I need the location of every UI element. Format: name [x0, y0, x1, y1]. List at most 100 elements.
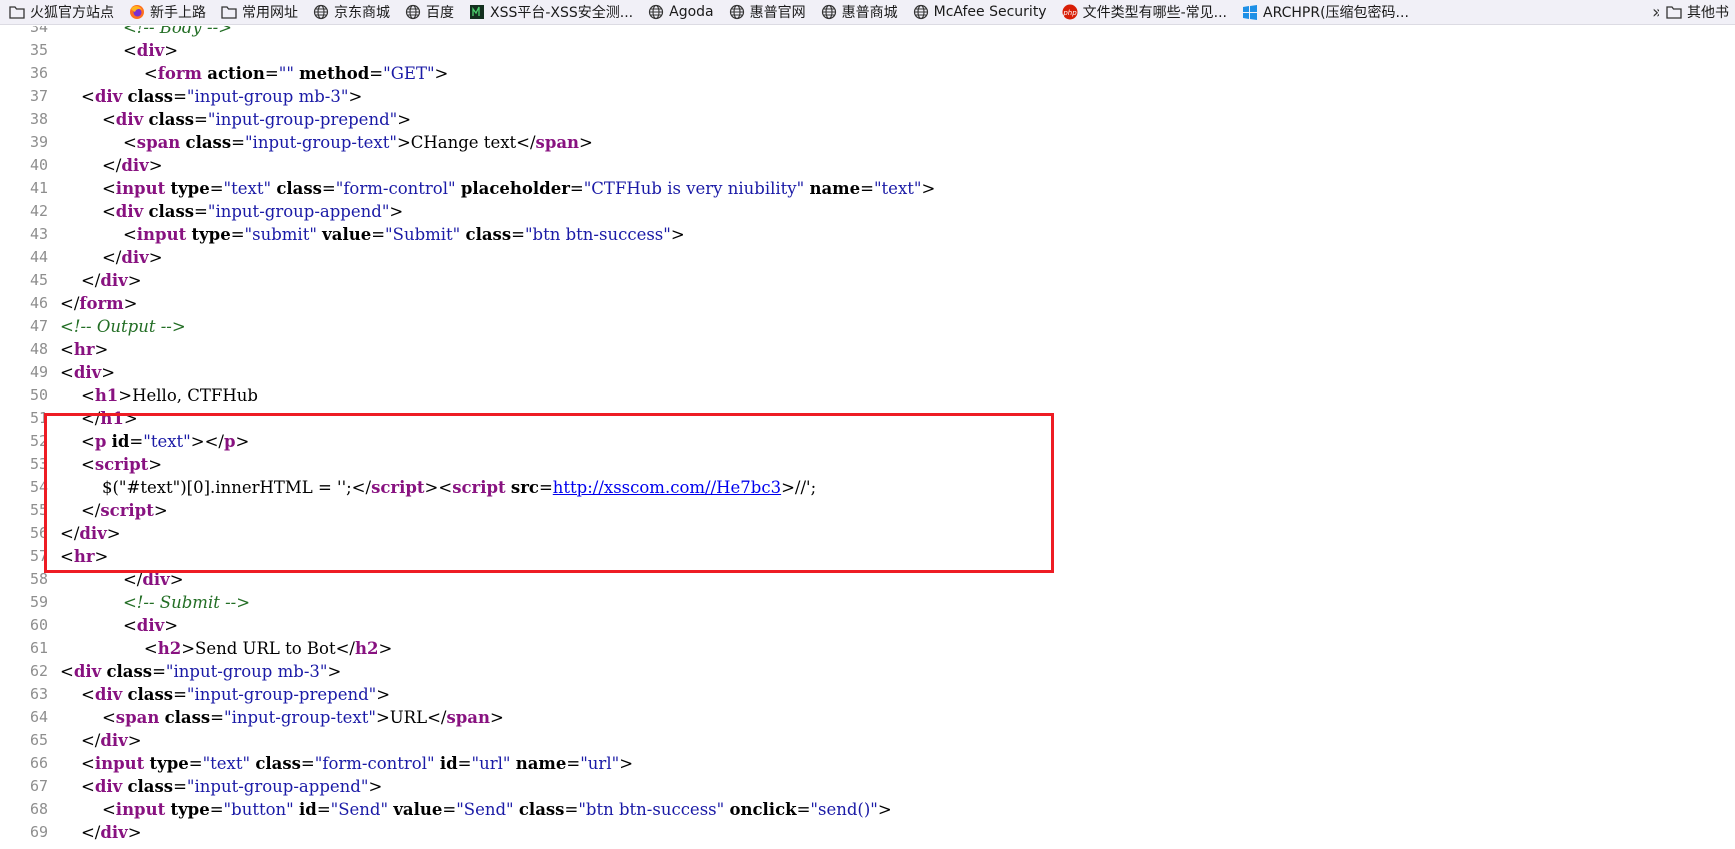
- code-token: >: [489, 708, 504, 727]
- code-token: =: [152, 662, 166, 681]
- line-content: $("#text")[0].innerHTML = '';</script><s…: [60, 476, 816, 499]
- bookmark-list: 火狐官方站点 新手上路 常用网址 京东商城 百度 XSS平台-XSS安全测... Agoda…: [0, 0, 1415, 24]
- code-token: <: [80, 455, 95, 474]
- globe-icon: [404, 3, 422, 21]
- line-number: 49: [29, 363, 48, 381]
- line-content: <!-- Body -->: [60, 26, 232, 39]
- code-token: class: [127, 87, 174, 106]
- code-token: class: [276, 179, 322, 198]
- bookmark-item[interactable]: 惠普商城: [812, 0, 904, 24]
- code-token: </: [80, 823, 101, 842]
- code-token: >: [153, 501, 168, 520]
- code-token: </: [80, 409, 101, 428]
- code-token: =: [188, 754, 203, 773]
- line-content: </div>: [60, 568, 184, 591]
- bookmark-item[interactable]: XSS平台-XSS安全测...: [460, 0, 639, 24]
- bookmark-item[interactable]: Agoda: [639, 0, 720, 24]
- code-token: >: [921, 179, 936, 198]
- globe-icon: [820, 3, 838, 21]
- code-token: "input-group-text": [244, 133, 397, 152]
- bookmark-item[interactable]: McAfee Security: [904, 0, 1053, 24]
- code-token: >: [127, 823, 142, 842]
- code-token: <!-- Output -->: [60, 317, 186, 336]
- bookmark-item[interactable]: 新手上路: [120, 0, 212, 24]
- line-number: 35: [29, 41, 48, 59]
- code-token: type: [170, 179, 210, 198]
- code-token: div: [73, 662, 102, 681]
- line-number: 42: [29, 202, 48, 220]
- line-number: 63: [29, 685, 48, 703]
- bookmark-label: 文件类型有哪些-常见...: [1082, 5, 1227, 21]
- bookmark-item[interactable]: 火狐官方站点: [0, 0, 120, 24]
- code-token: <: [60, 662, 74, 681]
- code-token: input: [94, 754, 145, 773]
- code-token: <: [122, 41, 137, 60]
- code-token: form: [157, 64, 203, 83]
- view-source-code: 34 <!-- Body --> 35 <div> 36 <form action=…: [0, 26, 1735, 849]
- source-link[interactable]: http://xsscom.com//He7bc3: [553, 478, 781, 497]
- code-token: </: [80, 731, 101, 750]
- line-content: <h1>Hello, CTFHub: [60, 384, 258, 407]
- code-token: >: [397, 110, 412, 129]
- bookmark-item[interactable]: 惠普官网: [720, 0, 812, 24]
- line-content: </div>: [60, 729, 142, 752]
- code-token: =: [538, 478, 553, 497]
- code-token: >: [164, 41, 179, 60]
- line-content: <input type="submit" value="Submit" clas…: [60, 223, 685, 246]
- code-token: <: [101, 202, 116, 221]
- code-token: src: [510, 478, 539, 497]
- code-token: class: [518, 800, 565, 819]
- code-token: "input-group-append": [207, 202, 390, 221]
- code-token: <: [80, 685, 95, 704]
- code-token: form: [79, 294, 124, 313]
- code-token: <: [80, 777, 95, 796]
- line-number: 41: [29, 179, 48, 197]
- code-token: "text": [202, 754, 251, 773]
- code-token: <: [143, 639, 158, 658]
- code-token: div: [94, 685, 123, 704]
- code-token: =: [210, 708, 224, 727]
- folder-icon: [220, 3, 238, 21]
- bookmark-item[interactable]: ARCHPR(压缩包密码...: [1233, 0, 1415, 24]
- code-token: class: [148, 202, 195, 221]
- code-token: div: [100, 271, 128, 290]
- code-token: =: [316, 800, 331, 819]
- code-token: value: [322, 225, 372, 244]
- line-content: <p id="text"></p>: [60, 430, 249, 453]
- line-content: <div>: [60, 361, 115, 384]
- code-token: "input-group-prepend": [186, 685, 377, 704]
- svg-text:php: php: [1062, 9, 1077, 17]
- bookmark-item[interactable]: 京东商城: [304, 0, 396, 24]
- code-token: >: [235, 432, 250, 451]
- code-token: placeholder: [460, 179, 570, 198]
- bookmark-item[interactable]: 百度: [396, 0, 460, 24]
- code-token: <: [101, 800, 116, 819]
- line-number: 57: [29, 547, 48, 565]
- code-token: div: [136, 41, 165, 60]
- code-token: div: [73, 363, 102, 382]
- code-token: >//';: [781, 478, 817, 497]
- bookmark-label: 京东商城: [334, 5, 390, 21]
- bookmark-item[interactable]: php 文件类型有哪些-常见...: [1053, 0, 1233, 24]
- code-token: =: [194, 110, 208, 129]
- bookmark-item[interactable]: 常用网址: [212, 0, 304, 24]
- other-bookmarks-folder[interactable]: 其他书: [1659, 0, 1735, 24]
- code-token: =: [264, 64, 279, 83]
- code-token: h2: [157, 639, 182, 658]
- code-token: </: [80, 271, 101, 290]
- code-token: =: [173, 685, 187, 704]
- code-token: hr: [73, 547, 95, 566]
- line-number: 34: [29, 26, 48, 36]
- code-token: div: [79, 524, 107, 543]
- code-token: <: [80, 754, 95, 773]
- code-token: "text": [873, 179, 922, 198]
